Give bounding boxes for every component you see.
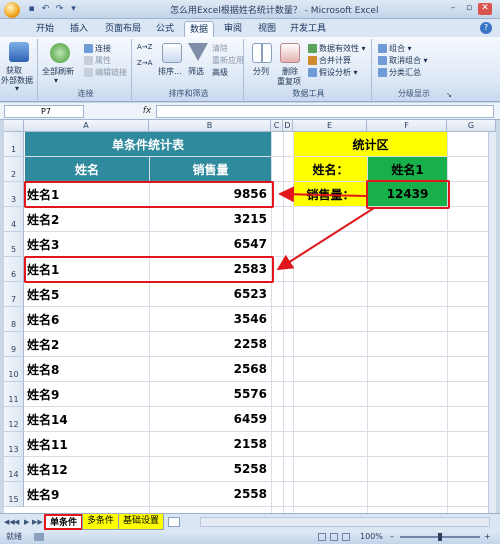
ribbon: 获取 外部数据 ▾ 全部刷新 ▾ 连接 属性 编辑链接 连接 A→Z Z→A 排…	[0, 37, 500, 102]
new-sheet-icon[interactable]	[168, 517, 180, 527]
arrow-to-row-3	[278, 186, 367, 203]
tab-review[interactable]: 审阅	[218, 21, 248, 37]
database-icon	[9, 42, 29, 62]
sort-icon	[162, 43, 182, 63]
refresh-all-arrow[interactable]: ▾	[54, 76, 58, 85]
tab-developer[interactable]: 开发工具	[286, 21, 330, 37]
consolidate-icon	[308, 56, 317, 65]
data-tools-group-label: 数据工具	[292, 89, 325, 98]
sheet-tab-settings[interactable]: 基础设置	[118, 514, 165, 530]
filter-icon	[188, 43, 208, 61]
outline-group: 组合 ▾ 取消组合 ▾ 分类汇总 分级显示 ↘	[374, 39, 454, 100]
zoom-level[interactable]: 100%	[360, 530, 383, 544]
ungroup-button[interactable]: 取消组合 ▾	[378, 55, 428, 66]
clear-filter-button[interactable]: 清除	[212, 43, 228, 54]
reapply-button[interactable]: 重新应用	[212, 55, 244, 66]
edit-links-button[interactable]: 编辑链接	[84, 67, 127, 78]
office-button-icon[interactable]	[4, 2, 20, 18]
formula-input[interactable]	[156, 105, 494, 118]
tab-home[interactable]: 开始	[30, 21, 60, 37]
zoom-out-button[interactable]: –	[390, 530, 394, 544]
ribbon-tabs: 开始 插入 页面布局 公式 数据 审阅 视图 开发工具 ?	[0, 19, 500, 37]
sort-ascending-button[interactable]: A→Z	[137, 43, 152, 51]
zoom-in-button[interactable]: +	[484, 530, 491, 544]
data-validation-button[interactable]: 数据有效性 ▾	[308, 43, 366, 54]
refresh-icon	[50, 43, 70, 63]
get-external-arrow[interactable]: ▾	[15, 84, 19, 93]
name-box[interactable]: P7	[4, 105, 84, 118]
restore-button[interactable]: ▫	[462, 3, 476, 15]
horizontal-scrollbar[interactable]	[200, 517, 490, 527]
next-sheet-icon[interactable]: ▶	[24, 517, 32, 527]
minimize-button[interactable]: –	[446, 3, 460, 15]
page-layout-view-icon[interactable]	[330, 533, 338, 541]
properties-icon	[84, 56, 93, 65]
status-bar: 就绪 100% – +	[0, 530, 500, 544]
formula-bar: P7 fx	[0, 103, 500, 120]
filter-button[interactable]: 筛选	[188, 66, 204, 77]
get-external-data-group: 获取 外部数据 ▾	[0, 39, 38, 100]
insert-function-icon[interactable]: fx	[140, 105, 154, 118]
customize-toolbar-icon[interactable]: ▾	[68, 4, 79, 15]
remove-duplicates-icon	[280, 43, 300, 63]
group-button[interactable]: 组合 ▾	[378, 43, 412, 54]
sort-button[interactable]: 排序...	[158, 66, 182, 77]
prev-sheet-icon[interactable]: ◀	[14, 517, 22, 527]
text-to-columns-icon	[252, 43, 272, 63]
outline-launcher-icon[interactable]: ↘	[446, 91, 452, 99]
ungroup-icon	[378, 56, 387, 65]
sort-descending-button[interactable]: Z→A	[137, 59, 152, 67]
advanced-filter-button[interactable]: 高级	[212, 67, 228, 78]
outline-group-label: 分级显示	[398, 89, 430, 98]
normal-view-icon[interactable]	[318, 533, 326, 541]
consolidate-button[interactable]: 合并计算	[308, 55, 351, 66]
sheet-tab-single[interactable]: 单条件	[44, 514, 84, 530]
what-if-icon	[308, 68, 317, 77]
worksheet-grid[interactable]: A B C D E F G 1 2 3 4 5 6 7 8 9 10 11 12…	[4, 120, 496, 513]
title-bar: ▪ ↶ ↷ ▾ 怎么用Excel根据姓名统计数量？ - Microsoft Ex…	[0, 0, 500, 19]
sort-filter-group: A→Z Z→A 排序... 筛选 清除 重新应用 高级 排序和筛选	[134, 39, 244, 100]
group-icon	[378, 44, 387, 53]
last-sheet-icon[interactable]: ▶▶	[32, 517, 43, 527]
help-icon[interactable]: ?	[480, 22, 492, 34]
tab-view[interactable]: 视图	[252, 21, 282, 37]
redo-icon[interactable]: ↷	[54, 4, 65, 15]
vertical-scrollbar[interactable]	[488, 132, 496, 513]
data-validation-icon	[308, 44, 317, 53]
first-sheet-icon[interactable]: ◀◀	[4, 517, 15, 527]
zoom-slider-thumb[interactable]	[438, 533, 442, 541]
tab-page-layout[interactable]: 页面布局	[100, 21, 146, 37]
sort-filter-group-label: 排序和筛选	[168, 89, 209, 98]
connections-icon	[84, 44, 93, 53]
connections-group-label: 连接	[77, 89, 94, 98]
sheet-tab-multi[interactable]: 多条件	[82, 514, 120, 530]
status-ready: 就绪	[6, 532, 22, 541]
tab-insert[interactable]: 插入	[64, 21, 94, 37]
connections-button[interactable]: 连接	[84, 43, 111, 54]
properties-button[interactable]: 属性	[84, 55, 111, 66]
close-button[interactable]: ✕	[478, 3, 492, 15]
save-icon[interactable]: ▪	[26, 4, 37, 15]
arrow-to-row-6	[276, 207, 375, 271]
subtotal-icon	[378, 68, 387, 77]
tab-data[interactable]: 数据	[184, 21, 214, 37]
annotation-arrows	[276, 186, 375, 271]
remove-duplicates-label-2[interactable]: 重复项	[277, 76, 301, 87]
connections-group: 全部刷新 ▾ 连接 属性 编辑链接 连接	[40, 39, 132, 100]
tab-formulas[interactable]: 公式	[150, 21, 180, 37]
text-to-columns-button[interactable]: 分列	[253, 66, 269, 77]
data-tools-group: 分列 删除 重复项 数据有效性 ▾ 合并计算 假设分析 ▾ 数据工具	[246, 39, 372, 100]
what-if-button[interactable]: 假设分析 ▾	[308, 67, 358, 78]
window-title: 怎么用Excel根据姓名统计数量？ - Microsoft Excel	[170, 6, 379, 16]
macro-record-icon[interactable]	[34, 533, 44, 541]
subtotal-button[interactable]: 分类汇总	[378, 67, 421, 78]
undo-icon[interactable]: ↶	[40, 4, 51, 15]
page-break-view-icon[interactable]	[342, 533, 350, 541]
edit-links-icon	[84, 68, 93, 77]
sheet-tab-bar: ◀◀ ◀ ▶ ▶▶ 单条件 多条件 基础设置	[0, 513, 500, 530]
